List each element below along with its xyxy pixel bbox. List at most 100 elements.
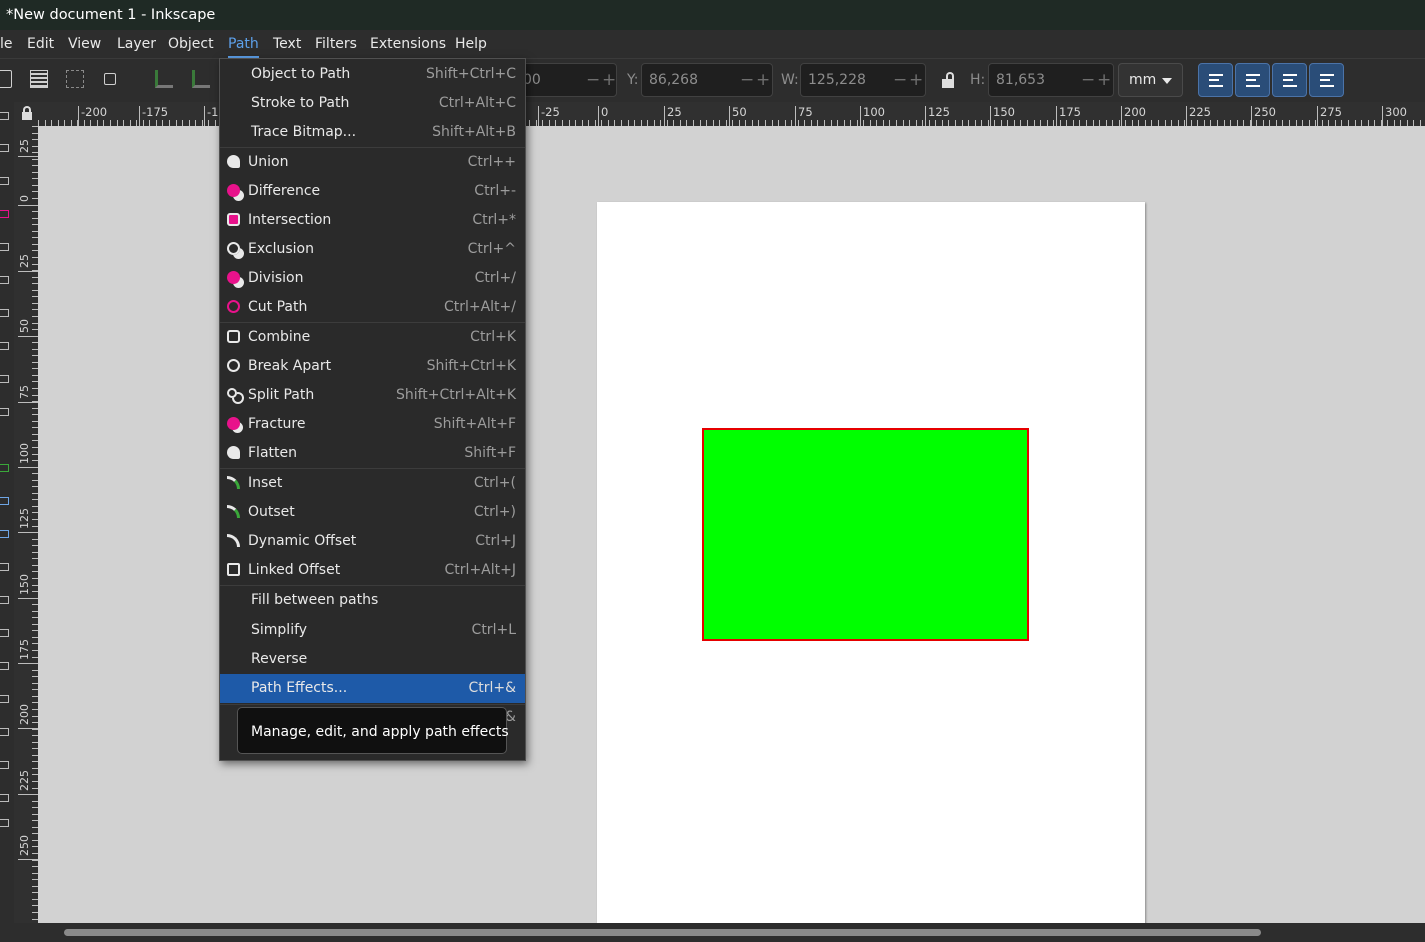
menu-edit[interactable]: Edit [27,30,54,58]
path-menu-item-object-to-path[interactable]: Object to Path Shift+Ctrl+C [220,60,525,89]
pen-tool-icon[interactable] [0,375,9,383]
path-menu-dropdown: Object to Path Shift+Ctrl+C Stroke to Path… [219,58,526,761]
path-menu-item-fill-between-paths[interactable]: Fill between paths [220,586,525,615]
inkscape-window: { "window": { "title": "*New document 1 … [0,0,1425,942]
menu-help[interactable]: Help [455,30,487,58]
select-all-icon[interactable] [0,70,12,88]
path-menu-item-division[interactable]: Division Ctrl+/ [220,264,525,293]
path-menu-item-linked-offset[interactable]: Linked Offset Ctrl+Alt+J [220,556,525,585]
ruler-major-tick [795,106,796,126]
deselect-icon[interactable] [66,70,84,88]
w-decrement-button[interactable]: − [893,64,907,96]
select-all-in-all-layers-icon[interactable] [30,70,48,88]
y-increment-button[interactable]: + [756,64,770,96]
spray-tool-icon[interactable] [0,662,9,670]
connector-tool-icon[interactable] [0,728,9,736]
ruler-label: 25 [18,139,31,153]
y-field[interactable]: 86,268 − + [641,63,773,97]
w-field[interactable]: 125,228 − + [800,63,926,97]
path-menu-item-simplify[interactable]: Simplify Ctrl+L [220,616,525,645]
ellipse-tool-icon[interactable] [0,210,9,218]
pencil-tool-icon[interactable] [0,342,9,350]
menu-extensions[interactable]: Extensions [370,30,446,58]
path-menu-item-flatten[interactable]: Flatten Shift+F [220,439,525,468]
rotate-ccw-icon[interactable] [155,70,173,88]
menu-filters[interactable]: Filters [315,30,357,58]
tweak-tool-icon[interactable] [0,629,9,637]
spiral-tool-icon[interactable] [0,309,9,317]
gradient-tool-icon[interactable] [0,497,9,505]
path-menu-item-cut-path[interactable]: Cut Path Ctrl+Alt+/ [220,293,525,322]
h-field[interactable]: 81,653 − + [988,63,1114,97]
h-decrement-button[interactable]: − [1081,64,1095,96]
path-menu-item-intersection[interactable]: Intersection Ctrl+* [220,206,525,235]
3dbox-tool-icon[interactable] [0,276,9,284]
path-menu-item-outset[interactable]: Outset Ctrl+) [220,498,525,527]
scrollbar-thumb[interactable] [64,929,1261,936]
transform-patterns-button[interactable] [1309,63,1344,97]
mesh-tool-icon[interactable] [0,530,9,538]
selector-tool-icon[interactable] [0,112,9,120]
horizontal-scrollbar[interactable] [0,923,1425,942]
text-tool-icon[interactable] [0,464,9,472]
path-menu-item-union[interactable]: Union Ctrl++ [220,148,525,177]
menu-item-shortcut: Shift+Alt+F [433,416,516,432]
guide-lock-icon[interactable] [22,106,32,120]
path-menu-item-fracture[interactable]: Fracture Shift+Alt+F [220,410,525,439]
ruler-label: -175 [142,105,169,119]
menu-layer[interactable]: Layer [117,30,156,58]
lock-ratio-icon[interactable] [942,72,956,88]
select-same-icon[interactable] [104,73,116,85]
w-increment-button[interactable]: + [909,64,923,96]
menu-view[interactable]: View [68,30,101,58]
calligraphy-tool-icon[interactable] [0,408,9,416]
dropper-tool-icon[interactable] [0,563,9,571]
node-tool-icon[interactable] [0,144,9,152]
green-rectangle[interactable] [702,428,1029,641]
zoom-tool-icon[interactable] [0,794,9,802]
ruler-major-tick [1317,106,1318,126]
chevron-down-icon [1162,78,1172,84]
menu-item-label: Exclusion [248,241,314,257]
pages-tool-icon[interactable] [0,819,9,827]
linked-offset-icon [227,563,240,576]
eraser-tool-icon[interactable] [0,695,9,703]
ruler-major-tick [139,106,140,126]
menu-text[interactable]: Text [273,30,301,58]
path-menu-item-inset[interactable]: Inset Ctrl+( [220,469,525,498]
scale-stroke-button[interactable] [1198,63,1233,97]
menu-object[interactable]: Object [168,30,214,58]
rect-tool-icon[interactable] [0,177,9,185]
x-decrement-button[interactable]: − [586,64,600,96]
unit-select[interactable]: mm [1118,63,1183,97]
unit-value: mm [1129,72,1157,88]
scale-corners-button[interactable] [1235,63,1270,97]
path-menu-item-path-effects[interactable]: Path Effects... Ctrl+& [220,674,525,703]
measure-tool-icon[interactable] [0,761,9,769]
path-menu-item-break-apart[interactable]: Break Apart Shift+Ctrl+K [220,352,525,381]
h-increment-button[interactable]: + [1097,64,1111,96]
vertical-ruler[interactable]: 25 0 25 50 75 100 125 150 175 200 225 250 [14,126,38,923]
paint-bucket-tool-icon[interactable] [0,596,9,604]
path-menu-item-reverse[interactable]: Reverse [220,645,525,674]
x-increment-button[interactable]: + [602,64,616,96]
ruler-label: 250 [1254,105,1276,119]
menu-file[interactable]: le [0,30,13,58]
rotate-cw-icon[interactable] [192,70,210,88]
path-menu-item-dynamic-offset[interactable]: Dynamic Offset Ctrl+J [220,527,525,556]
path-menu-item-stroke-to-path[interactable]: Stroke to Path Ctrl+Alt+C [220,89,525,118]
outset-icon [227,505,240,518]
path-menu-item-difference[interactable]: Difference Ctrl+- [220,177,525,206]
transform-gradients-button[interactable] [1272,63,1307,97]
ruler-major-tick [925,106,926,126]
menu-path[interactable]: Path [228,30,259,58]
division-icon [227,271,240,284]
path-menu-item-combine[interactable]: Combine Ctrl+K [220,323,525,352]
path-menu-item-split-path[interactable]: Split Path Shift+Ctrl+Alt+K [220,381,525,410]
path-menu-item-exclusion[interactable]: Exclusion Ctrl+^ [220,235,525,264]
x-field[interactable]: 00 − + [515,63,617,97]
y-decrement-button[interactable]: − [740,64,754,96]
star-tool-icon[interactable] [0,243,9,251]
menu-item-label: Flatten [248,445,297,461]
path-menu-item-trace-bitmap[interactable]: Trace Bitmap... Shift+Alt+B [220,118,525,147]
